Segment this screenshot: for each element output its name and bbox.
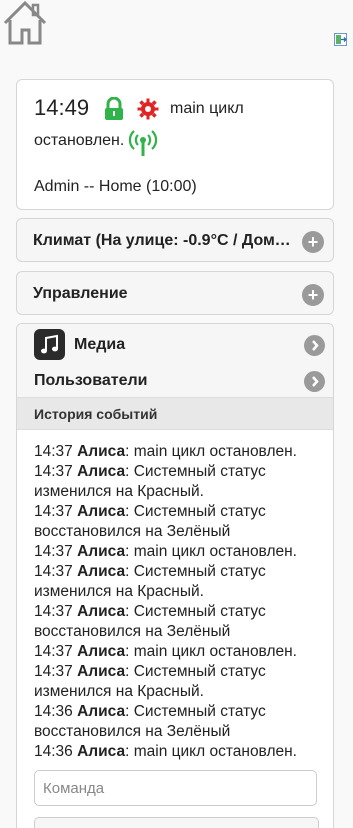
chevron-right-icon xyxy=(304,335,325,356)
exit-icon xyxy=(334,33,347,46)
event-item: 14:37 Алиса: main цикл остановлен. xyxy=(34,443,297,460)
event-item: 14:36 Алиса: main цикл остановлен. xyxy=(34,743,297,760)
user-info: Admin -- Home (10:00) xyxy=(34,178,197,195)
exit-button[interactable] xyxy=(334,33,347,46)
event-item: 14:36 Алиса: Системный статус восстанови… xyxy=(34,703,266,740)
history-header: История событий xyxy=(34,406,158,422)
command-input[interactable] xyxy=(34,770,317,806)
top-bar xyxy=(0,0,353,60)
clock-time: 14:49 xyxy=(34,95,90,120)
event-log: 14:37 Алиса: main цикл остановлен. 14:37… xyxy=(34,442,324,762)
event-item: 14:37 Алиса: Системный статус изменился … xyxy=(34,663,266,700)
home-icon xyxy=(3,0,47,45)
send-button[interactable] xyxy=(34,817,319,828)
event-item: 14:37 Алиса: Системный статус изменился … xyxy=(34,563,266,600)
climate-title: Климат (На улице: -0.9°C / Дома: … xyxy=(33,232,293,249)
list-item-users[interactable]: Пользователи xyxy=(17,366,333,398)
media-label: Медиа xyxy=(74,336,126,353)
status-text-part2: остановлен. xyxy=(34,132,125,149)
lock-icon xyxy=(104,96,124,126)
expand-plus-icon: + xyxy=(302,231,324,253)
history-divider: История событий xyxy=(17,398,333,430)
event-item: 14:37 Алиса: main цикл остановлен. xyxy=(34,643,297,660)
music-note-icon xyxy=(34,329,65,360)
event-item: 14:37 Алиса: Системный статус восстанови… xyxy=(34,503,266,540)
chevron-right-icon xyxy=(304,371,325,392)
event-item: 14:37 Алиса: Системный статус восстанови… xyxy=(34,603,266,640)
expand-plus-icon: + xyxy=(302,284,324,306)
event-item: 14:37 Алиса: Системный статус изменился … xyxy=(34,463,266,500)
control-title: Управление xyxy=(33,285,128,302)
users-label: Пользователи xyxy=(34,372,148,389)
home-button[interactable] xyxy=(2,0,48,46)
event-item: 14:37 Алиса: main цикл остановлен. xyxy=(34,543,297,560)
gear-icon[interactable] xyxy=(137,98,159,125)
status-text-part1: main цикл xyxy=(170,100,244,117)
control-section[interactable]: Управление + xyxy=(16,271,334,315)
list-item-media[interactable]: Медиа xyxy=(17,324,333,367)
status-card: 14:49 main цикл остановлен. Admin -- Hom… xyxy=(16,79,334,210)
main-list: Медиа Пользователи История событий 14:37… xyxy=(16,323,334,828)
signal-icon xyxy=(128,128,158,163)
climate-section[interactable]: Климат (На улице: -0.9°C / Дома: … + xyxy=(16,218,334,262)
